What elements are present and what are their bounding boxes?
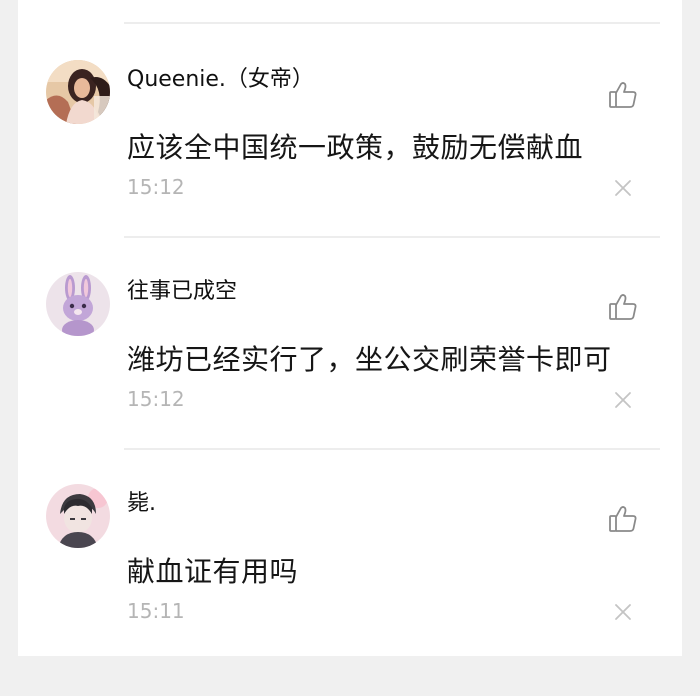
close-icon[interactable] xyxy=(612,389,634,411)
avatar[interactable] xyxy=(46,484,110,548)
woman-photo-avatar-icon xyxy=(46,60,110,124)
thumbs-up-icon[interactable] xyxy=(608,292,638,322)
purple-rabbit-avatar-icon xyxy=(46,272,110,336)
comment-item: 毙. 献血证有用吗 15:11 xyxy=(0,484,700,696)
comment-item: 往事已成空 潍坊已经实行了，坐公交刷荣誉卡即可 15:12 xyxy=(0,272,700,484)
avatar[interactable] xyxy=(46,60,110,124)
thumbs-up-icon[interactable] xyxy=(608,504,638,534)
close-icon[interactable] xyxy=(612,601,634,623)
timestamp: 15:11 xyxy=(127,599,185,623)
anime-boy-avatar-icon xyxy=(46,484,110,548)
divider xyxy=(124,236,660,238)
avatar[interactable] xyxy=(46,272,110,336)
thumbs-up-icon[interactable] xyxy=(608,80,638,110)
comment-text: 献血证有用吗 xyxy=(127,555,299,588)
divider xyxy=(124,448,660,450)
comment-text: 应该全中国统一政策，鼓励无偿献血 xyxy=(127,131,584,164)
comment-item: Queenie.（女帝） 应该全中国统一政策，鼓励无偿献血 15:12 xyxy=(0,60,700,272)
comment-text: 潍坊已经实行了，坐公交刷荣誉卡即可 xyxy=(127,343,612,376)
username[interactable]: 毙. xyxy=(127,489,156,519)
divider xyxy=(124,22,660,24)
username[interactable]: Queenie.（女帝） xyxy=(127,65,314,95)
username[interactable]: 往事已成空 xyxy=(127,277,237,307)
timestamp: 15:12 xyxy=(127,387,185,411)
close-icon[interactable] xyxy=(612,177,634,199)
timestamp: 15:12 xyxy=(127,175,185,199)
